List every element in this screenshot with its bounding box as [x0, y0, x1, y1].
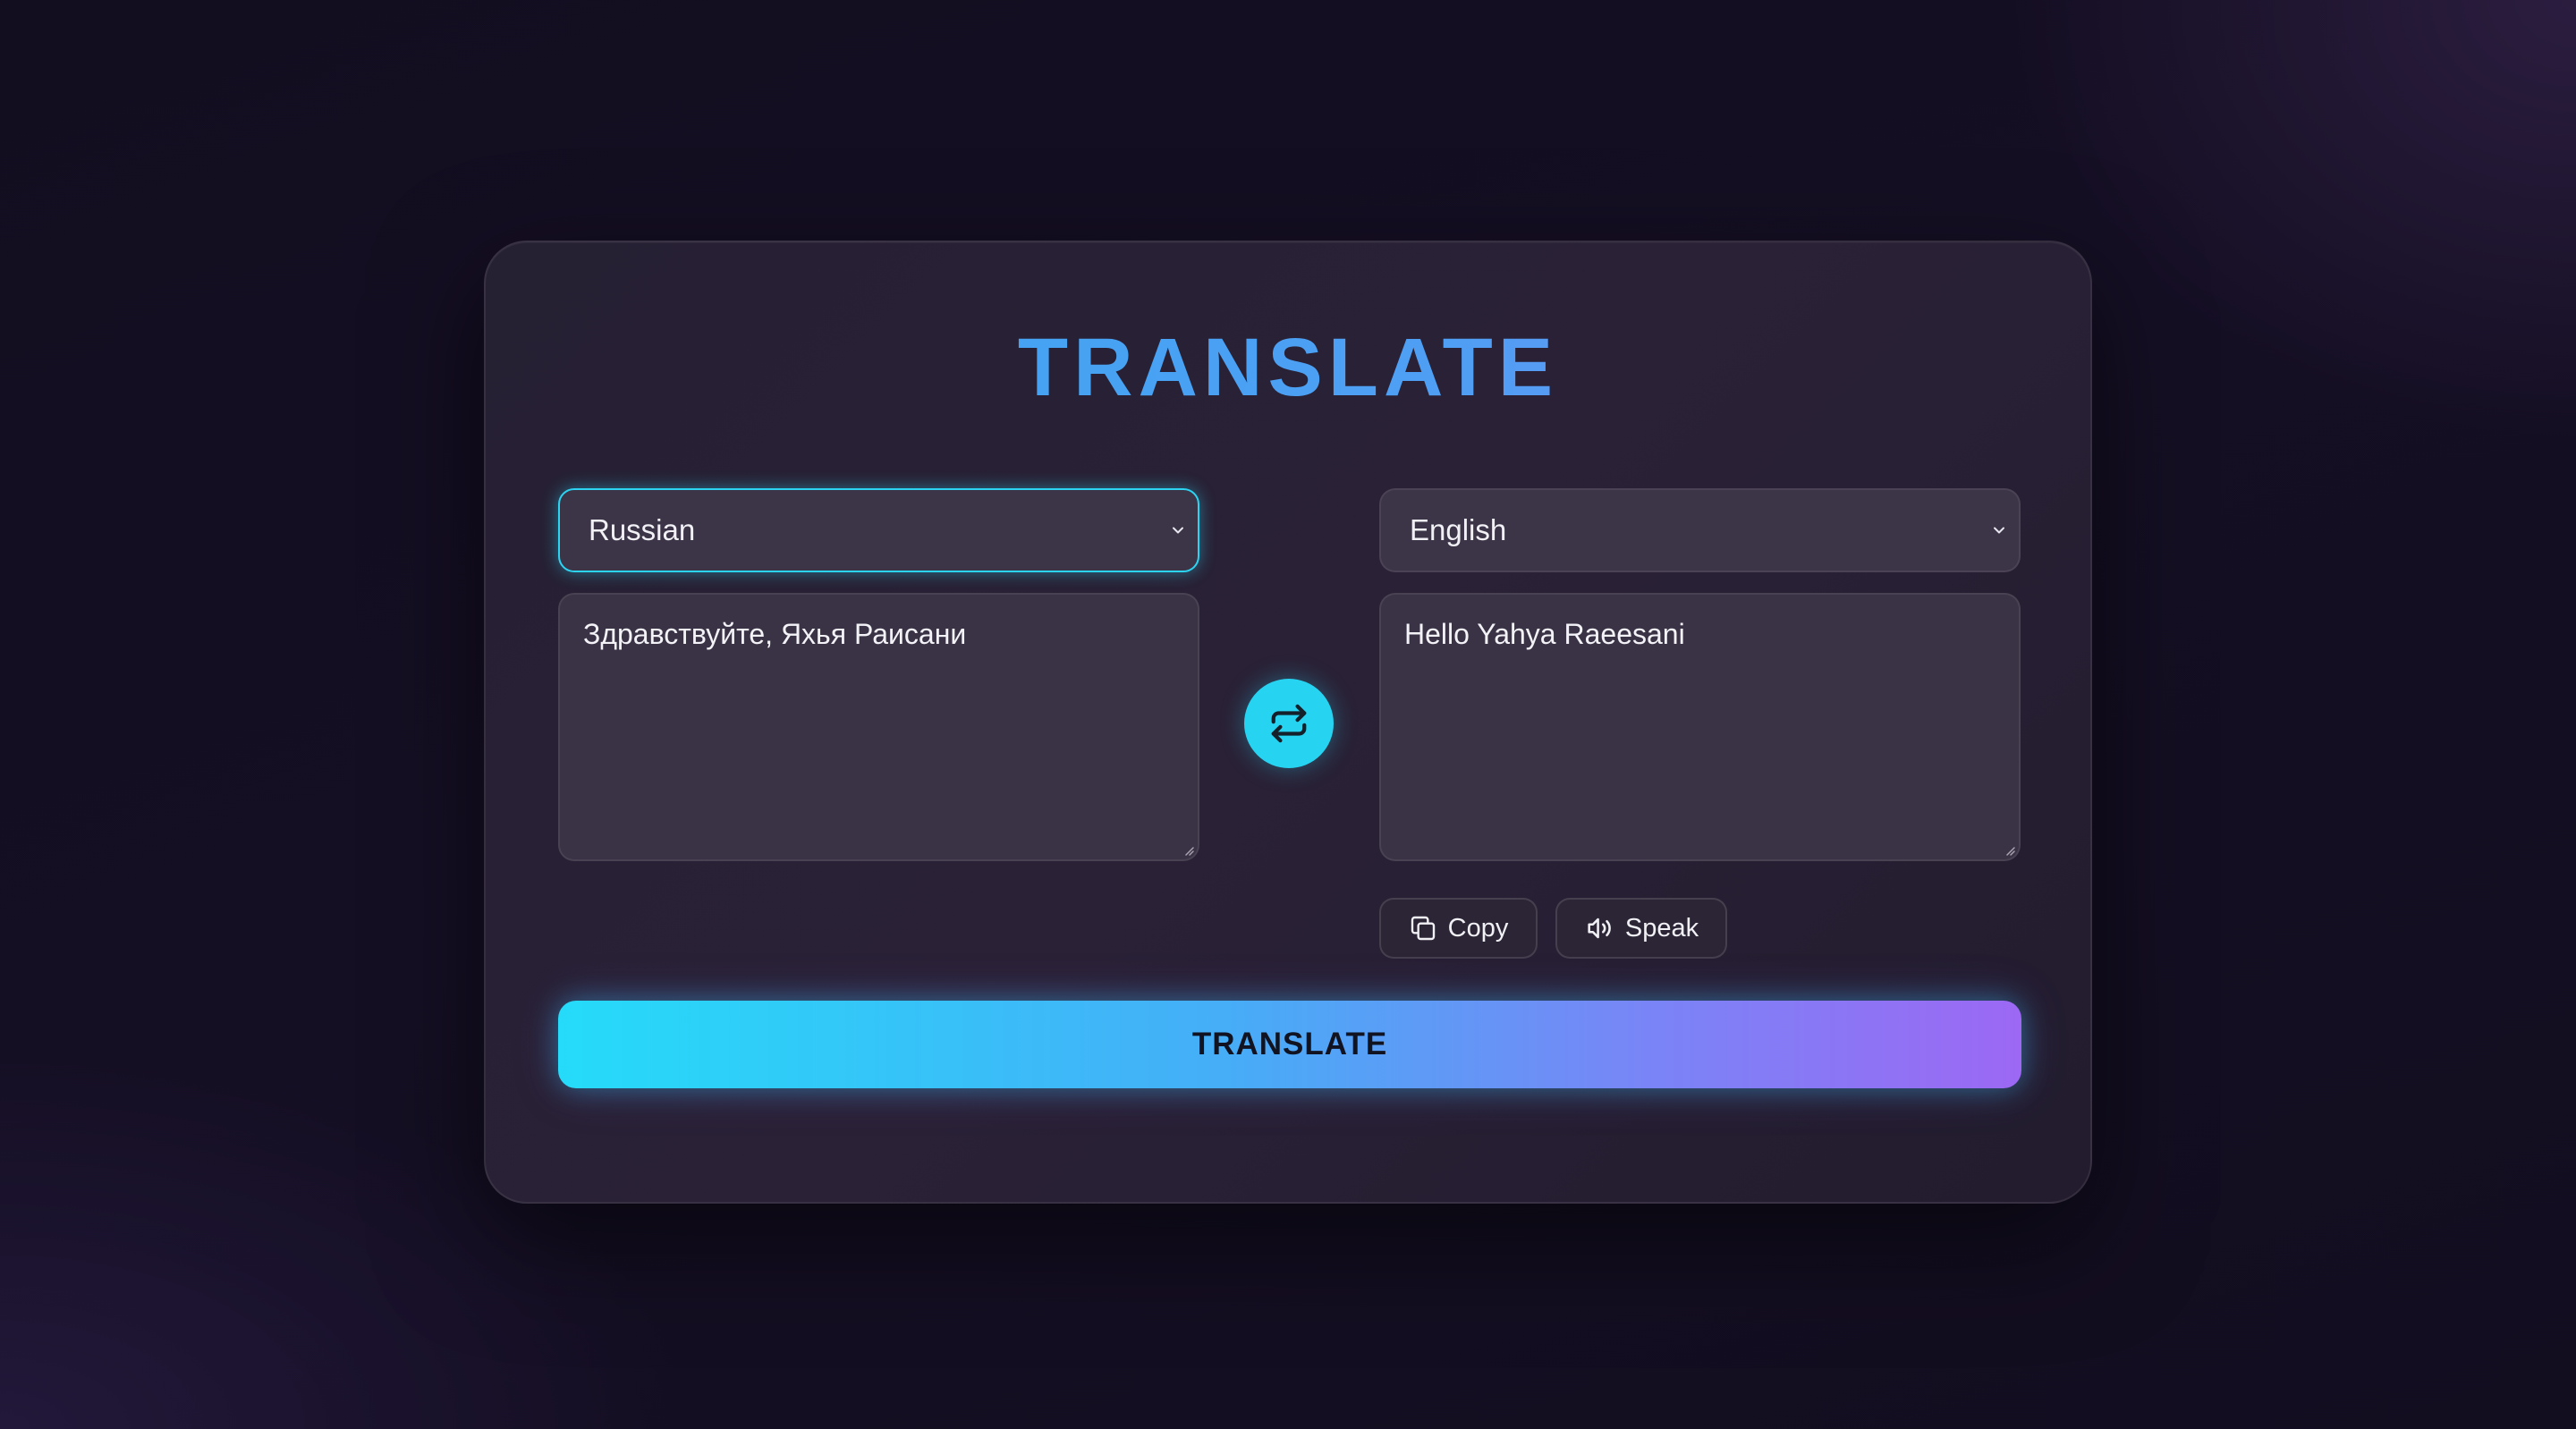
copy-label: Copy — [1447, 913, 1509, 943]
swap-arrows-icon — [1271, 704, 1307, 743]
speak-label: Speak — [1624, 913, 1699, 943]
source-language-select[interactable]: Russian — [558, 488, 1199, 572]
app-title: TRANSLATE — [486, 321, 2090, 415]
copy-icon — [1411, 916, 1435, 941]
target-language-select[interactable]: English — [1379, 488, 2021, 572]
translate-button[interactable]: TRANSLATE — [558, 1001, 2021, 1088]
source-text-value: Здравствуйте, Яхья Раисани — [583, 618, 967, 650]
swap-languages-button[interactable] — [1244, 679, 1334, 768]
chevron-down-icon — [1167, 520, 1189, 541]
speaker-icon — [1588, 917, 1611, 939]
translate-button-label: TRANSLATE — [1191, 1027, 1388, 1061]
target-text-value: Hello Yahya Raeesani — [1404, 618, 1685, 650]
chevron-down-icon — [1988, 520, 2010, 541]
copy-button[interactable]: Copy — [1379, 898, 1538, 959]
speak-button[interactable]: Speak — [1555, 898, 1727, 959]
source-language-value: Russian — [589, 513, 696, 546]
source-text-input[interactable]: Здравствуйте, Яхья Раисани — [558, 593, 1199, 861]
resize-handle-icon[interactable] — [1182, 843, 1194, 856]
translator-card: TRANSLATE Russian English Здравствуйте, … — [484, 241, 2092, 1204]
target-text-output[interactable]: Hello Yahya Raeesani — [1379, 593, 2021, 861]
target-language-value: English — [1410, 513, 1507, 546]
resize-handle-icon[interactable] — [2003, 843, 2015, 856]
